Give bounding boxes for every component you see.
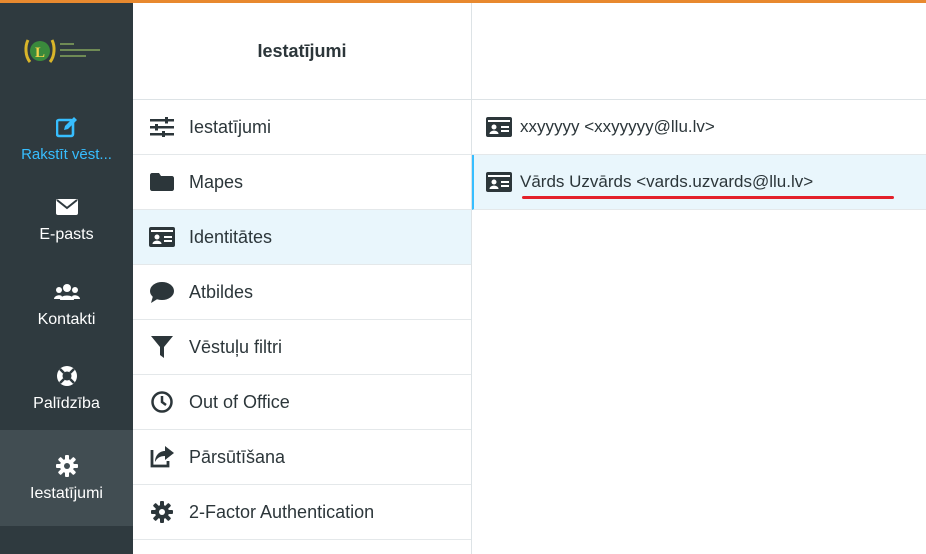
settings-item-folders[interactable]: Mapes [133, 155, 471, 210]
settings-item-label: 2-Factor Authentication [189, 501, 375, 522]
users-icon [53, 279, 80, 305]
nav-contacts-label: Kontakti [37, 311, 96, 328]
settings-item-2fa[interactable]: 2-Factor Authentication [133, 485, 471, 540]
identity-label: xxyyyyy <xxyyyyy@llu.lv> [520, 117, 715, 136]
filter-icon [149, 335, 175, 359]
edit-icon [55, 114, 78, 140]
settings-item-responses[interactable]: Atbildes [133, 265, 471, 320]
svg-text:L: L [35, 45, 45, 61]
nav-help-label: Palīdzība [33, 395, 100, 412]
nav-compose-label: Rakstīt vēst... [21, 145, 112, 163]
identity-label: Vārds Uzvārds <vards.uzvards@llu.lv> [520, 172, 814, 191]
settings-item-out-of-office[interactable]: Out of Office [133, 375, 471, 430]
settings-header: Iestatījumi [133, 3, 471, 100]
nav-mail[interactable]: E-pasts [0, 176, 133, 262]
llu-logo[interactable]: L [0, 3, 133, 100]
settings-title: Iestatījumi [257, 40, 347, 61]
settings-item-label: Identitātes [189, 226, 273, 247]
gear-icon [55, 453, 78, 479]
share-icon [149, 445, 175, 469]
nav-settings[interactable]: Iestatījumi [0, 430, 133, 526]
settings-panel: Iestatījumi Iestatījumi Mapes Identitāte… [133, 3, 472, 554]
main-navigation: L Rakstīt vēst... E-pasts Kontakti Palīd… [0, 3, 133, 554]
red-underline-annotation [522, 196, 894, 199]
identities-header [472, 3, 926, 100]
nav-settings-label: Iestatījumi [30, 485, 103, 502]
id-card-icon [486, 116, 512, 138]
sliders-icon [149, 115, 175, 139]
nav-mail-label: E-pasts [39, 226, 94, 243]
settings-item-forwarding[interactable]: Pārsūtīšana [133, 430, 471, 485]
envelope-icon [55, 194, 78, 220]
nav-compose[interactable]: Rakstīt vēst... [0, 100, 133, 176]
identity-row[interactable]: xxyyyyy <xxyyyyy@llu.lv> [472, 100, 926, 155]
lifebuoy-icon [56, 363, 78, 389]
clock-icon [149, 390, 175, 414]
settings-item-label: Pārsūtīšana [189, 446, 286, 467]
settings-item-identities[interactable]: Identitātes [133, 210, 471, 265]
nav-help[interactable]: Palīdzība [0, 346, 133, 430]
nav-contacts[interactable]: Kontakti [0, 262, 133, 346]
folder-icon [149, 170, 175, 194]
settings-item-preferences[interactable]: Iestatījumi [133, 100, 471, 155]
id-card-icon [486, 171, 512, 193]
settings-item-label: Vēstuļu filtri [189, 336, 283, 357]
settings-item-label: Out of Office [189, 391, 290, 412]
id-card-icon [149, 225, 175, 249]
settings-item-filters[interactable]: Vēstuļu filtri [133, 320, 471, 375]
identity-row-selected[interactable]: Vārds Uzvārds <vards.uzvards@llu.lv> [472, 155, 926, 210]
settings-item-label: Iestatījumi [189, 116, 272, 137]
settings-item-label: Mapes [189, 171, 244, 192]
identities-panel: xxyyyyy <xxyyyyy@llu.lv> Vārds Uzvārds <… [472, 3, 926, 554]
comment-icon [149, 280, 175, 304]
gear-icon [149, 500, 175, 524]
settings-item-label: Atbildes [189, 281, 254, 302]
